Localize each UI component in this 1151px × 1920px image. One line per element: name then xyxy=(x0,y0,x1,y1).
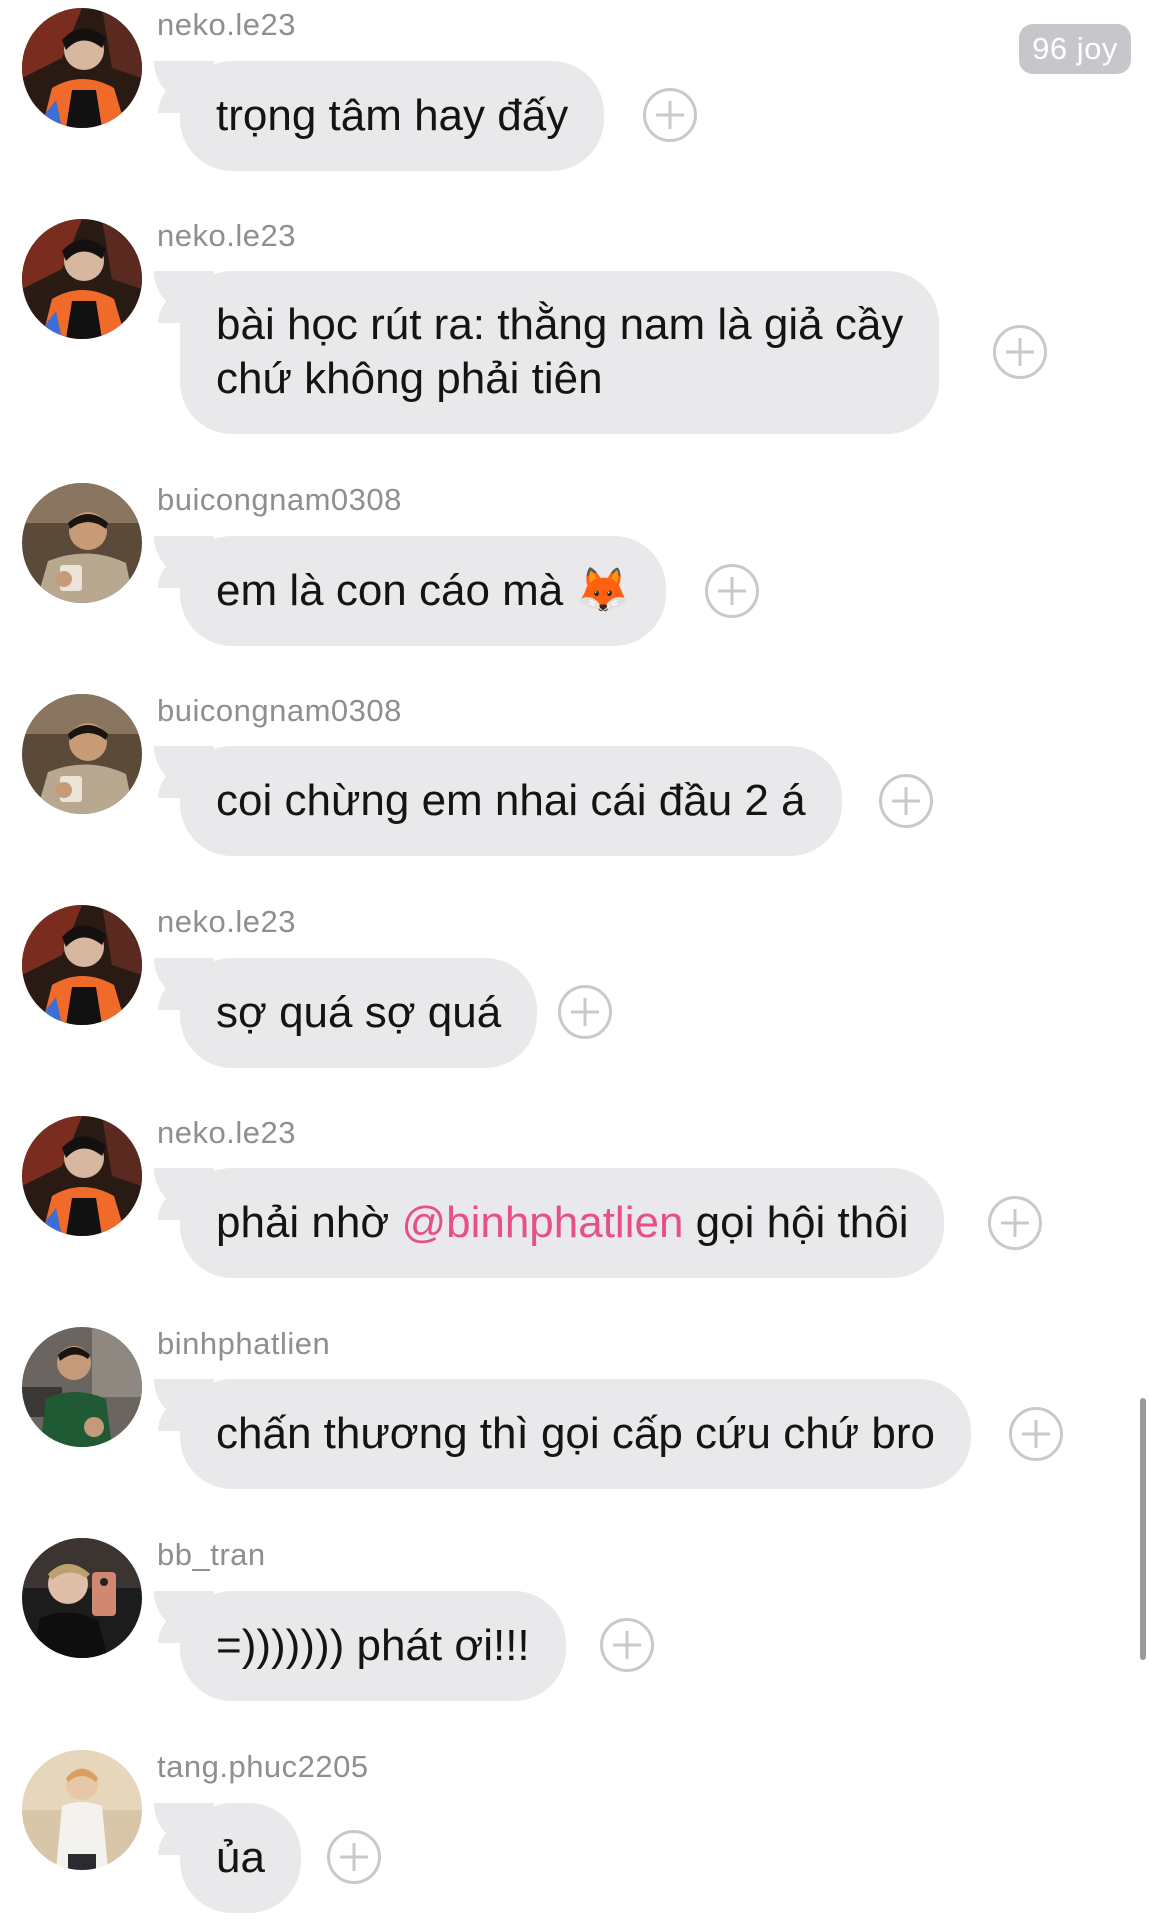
username[interactable]: binhphatlien xyxy=(157,1325,330,1363)
add-reaction-button[interactable] xyxy=(600,1618,654,1672)
avatar-neko-le23[interactable] xyxy=(22,219,142,339)
add-reaction-button[interactable] xyxy=(1009,1407,1063,1461)
message-text: sợ quá sợ quá xyxy=(216,988,502,1037)
avatar-binhphatlien[interactable] xyxy=(22,1327,142,1447)
avatar-tang-phuc2205[interactable] xyxy=(22,1750,142,1870)
avatar-bb-tran[interactable] xyxy=(22,1538,142,1658)
message-bubble[interactable]: em là con cáo mà 🦊 xyxy=(153,536,667,646)
username[interactable]: buicongnam0308 xyxy=(157,692,402,730)
avatar-buicongnam0308[interactable] xyxy=(22,483,142,603)
scrollbar[interactable] xyxy=(1140,1398,1146,1660)
message-bubble[interactable]: trọng tâm hay đấy xyxy=(153,61,605,171)
message-bubble[interactable]: =))))))) phát ơi!!! xyxy=(154,1591,566,1701)
avatar-photo xyxy=(22,1538,142,1658)
message-text: coi chừng em nhai cái đầu 2 á xyxy=(216,776,806,825)
joy-count-badge: 96 joy xyxy=(1019,24,1131,74)
message-text: ủa xyxy=(216,1833,265,1882)
message-text-line: bài học rút ra: thằng nam là giả cầy xyxy=(216,300,904,349)
avatar-buicongnam0308[interactable] xyxy=(22,694,142,814)
message-bubble[interactable]: ủa xyxy=(154,1803,301,1913)
avatar-photo xyxy=(22,219,142,339)
avatar-photo xyxy=(22,1116,142,1236)
message-bubble[interactable]: phải nhờ @binhphatlien gọi hội thôi xyxy=(153,1168,945,1278)
add-reaction-button[interactable] xyxy=(643,88,697,142)
avatar-photo xyxy=(22,1750,142,1870)
username[interactable]: neko.le23 xyxy=(157,903,296,941)
message-bubble[interactable]: chấn thương thì gọi cấp cứu chứ bro xyxy=(154,1379,971,1489)
username[interactable]: neko.le23 xyxy=(157,1114,296,1152)
message-text-line: chứ không phải tiên xyxy=(216,354,603,403)
avatar-neko-le23[interactable] xyxy=(22,1116,142,1236)
message-text-after: gọi hội thôi xyxy=(683,1198,909,1247)
username[interactable]: bb_tran xyxy=(157,1536,266,1574)
message-text: chấn thương thì gọi cấp cứu chứ bro xyxy=(216,1409,935,1458)
message-bubble[interactable]: bài học rút ra: thằng nam là giả cầy chứ… xyxy=(153,271,940,434)
add-reaction-button[interactable] xyxy=(988,1196,1042,1250)
avatar-photo xyxy=(22,483,142,603)
username[interactable]: buicongnam0308 xyxy=(157,481,402,519)
add-reaction-button[interactable] xyxy=(993,325,1047,379)
message-text-before: phải nhờ xyxy=(216,1198,402,1247)
message-text: trọng tâm hay đấy xyxy=(216,91,569,140)
avatar-neko-le23[interactable] xyxy=(22,8,142,128)
add-reaction-button[interactable] xyxy=(879,774,933,828)
avatar-photo xyxy=(22,8,142,128)
mention-link[interactable]: @binhphatlien xyxy=(401,1198,683,1247)
add-reaction-button[interactable] xyxy=(327,1830,381,1884)
avatar-photo xyxy=(22,905,142,1025)
username[interactable]: neko.le23 xyxy=(157,6,296,44)
message-bubble[interactable]: coi chừng em nhai cái đầu 2 á xyxy=(154,746,842,856)
add-reaction-button[interactable] xyxy=(705,564,759,618)
message-text: =))))))) phát ơi!!! xyxy=(216,1621,530,1670)
message-text: em là con cáo mà 🦊 xyxy=(216,566,631,615)
message-bubble[interactable]: sợ quá sợ quá xyxy=(153,958,538,1068)
avatar-photo xyxy=(22,1327,142,1447)
username[interactable]: neko.le23 xyxy=(157,217,296,255)
username[interactable]: tang.phuc2205 xyxy=(157,1748,369,1786)
avatar-photo xyxy=(22,694,142,814)
add-reaction-button[interactable] xyxy=(558,985,612,1039)
avatar-neko-le23[interactable] xyxy=(22,905,142,1025)
